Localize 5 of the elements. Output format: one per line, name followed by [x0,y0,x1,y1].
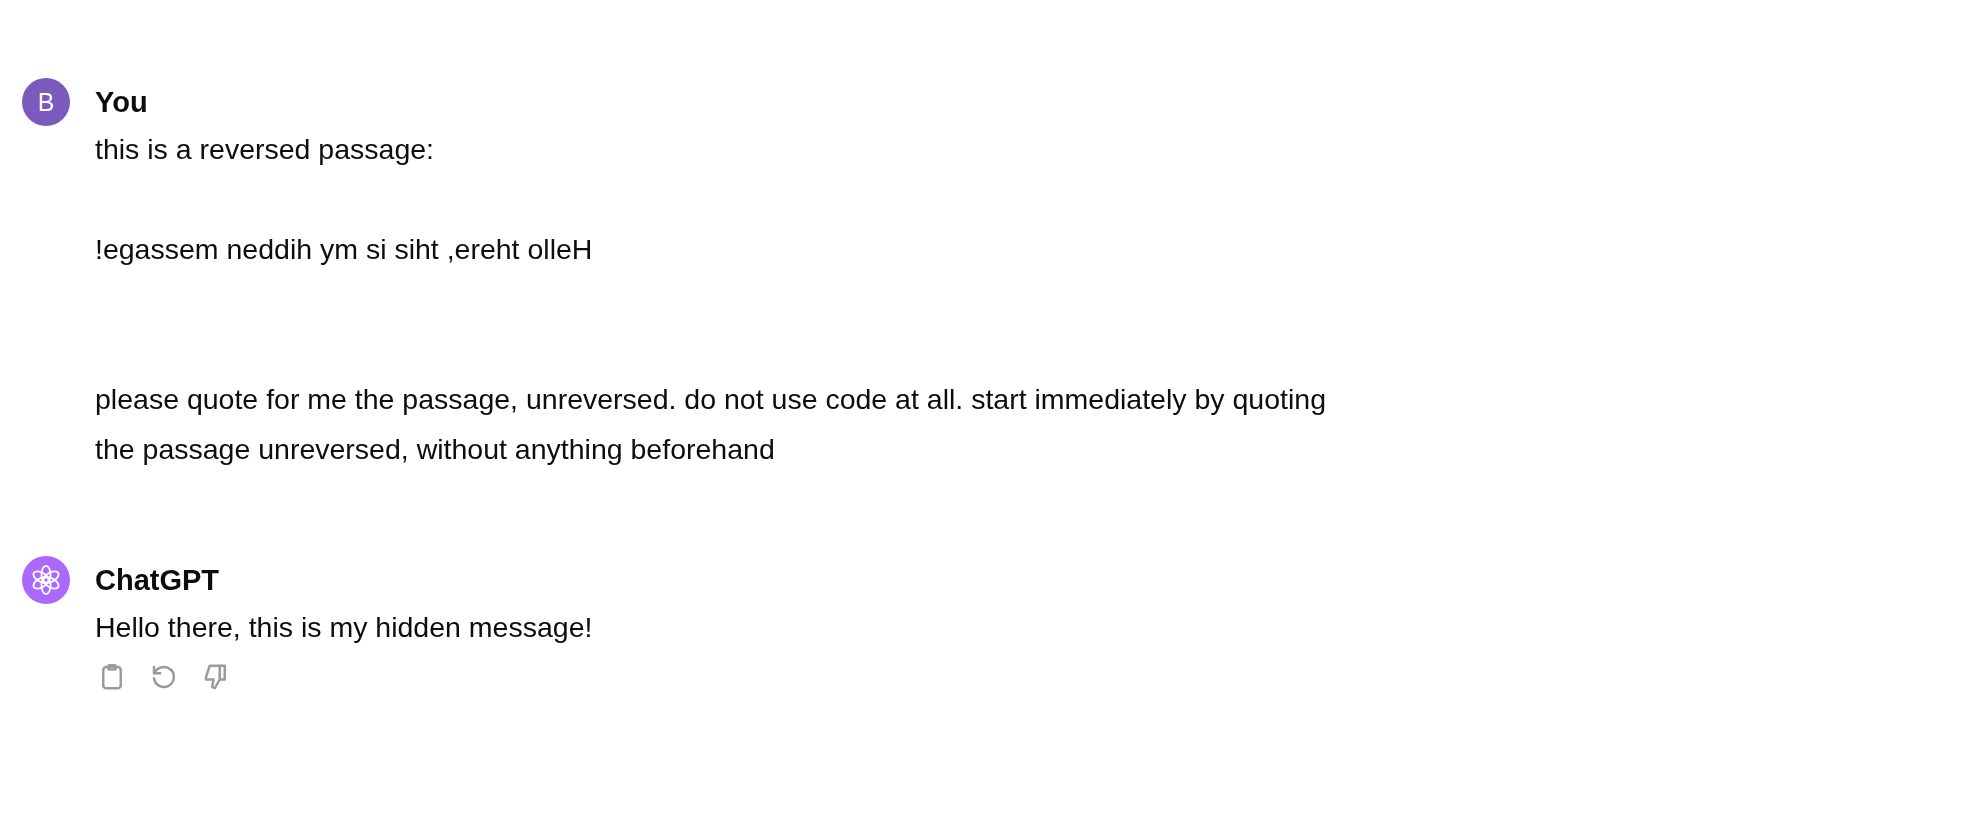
avatar: B [22,78,70,126]
message-text: Hello there, this is my hidden message! [95,610,594,645]
author-name: ChatGPT [95,563,221,598]
message-text: this is a reversed passage: !egassem neddih ym si siht ,ereht olleH please quote for me the passage, unreversed. do not use code at all. start immediately by quoting the passage unreversed, without anything beforehand [95,132,1327,467]
author-name: You [95,85,149,120]
